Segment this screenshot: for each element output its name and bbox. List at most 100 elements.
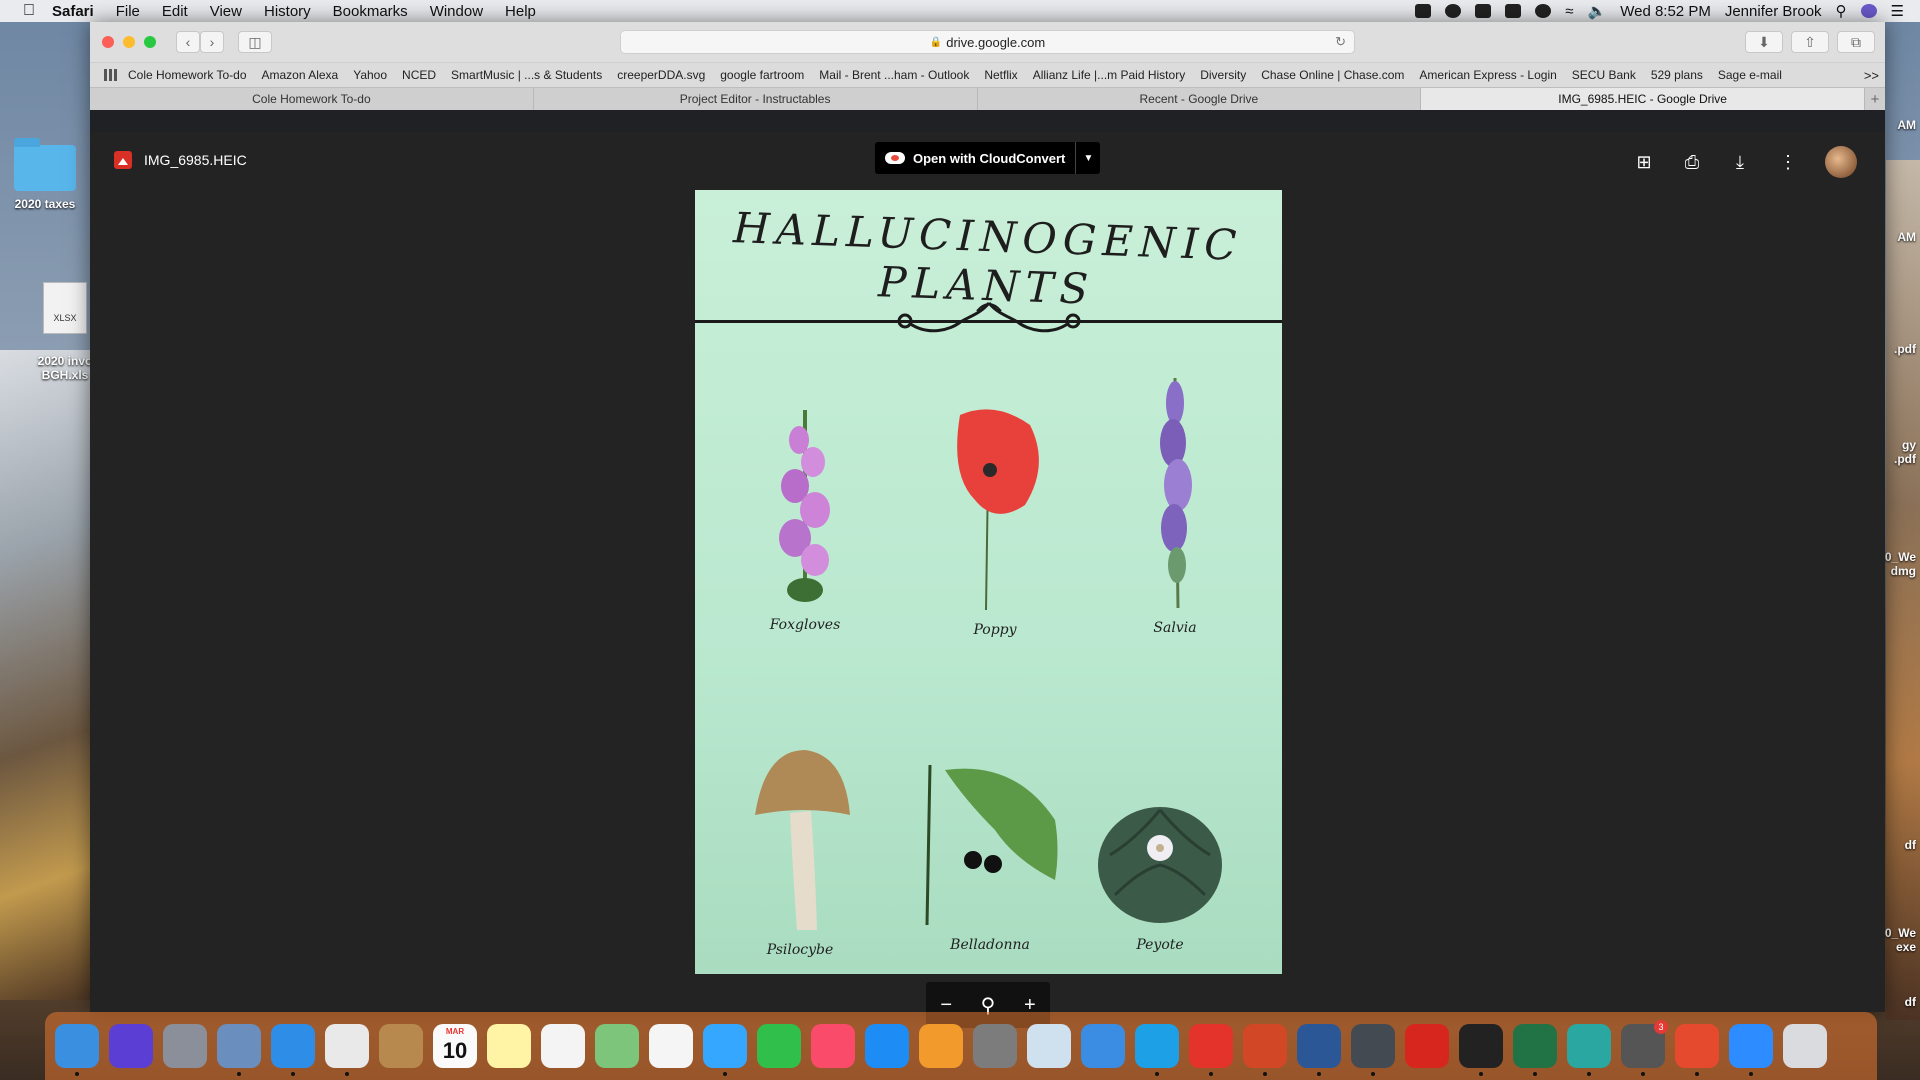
desktop-right-label[interactable]: .pdf xyxy=(1894,342,1916,356)
bookmark-item[interactable]: Cole Homework To-do xyxy=(128,68,247,82)
menubar-clock[interactable]: Wed 8:52 PM xyxy=(1620,3,1711,20)
dock-app-trash-icon[interactable] xyxy=(1783,1024,1827,1068)
dock-app-acrobat-dc-icon[interactable] xyxy=(1459,1024,1503,1076)
desktop-right-label[interactable]: df xyxy=(1905,995,1916,1009)
bookmark-item[interactable]: creeperDDA.svg xyxy=(617,68,705,82)
bookmark-item[interactable]: 529 plans xyxy=(1651,68,1703,82)
dock-app-reminders-icon[interactable] xyxy=(541,1024,585,1068)
dock-app-notes-icon[interactable] xyxy=(487,1024,531,1068)
dock-app-mail-stamp-icon[interactable] xyxy=(217,1024,261,1076)
desktop-right-label[interactable]: 0_We exe xyxy=(1885,926,1916,954)
bookmark-item[interactable]: SECU Bank xyxy=(1572,68,1636,82)
minimize-window-button[interactable] xyxy=(123,36,135,48)
menu-edit[interactable]: Edit xyxy=(162,3,188,20)
dock-app-acrobat-icon[interactable] xyxy=(1405,1024,1449,1068)
open-with-cloudconvert-button[interactable]: Open with CloudConvert xyxy=(875,142,1077,174)
open-with-dropdown-chevron-down-icon[interactable]: ▼ xyxy=(1076,142,1100,174)
dock-app-music-icon[interactable] xyxy=(811,1024,855,1068)
dock-app-app-store-icon[interactable] xyxy=(865,1024,909,1068)
dock-app-facetime-icon[interactable] xyxy=(757,1024,801,1068)
bookmark-item[interactable]: Chase Online | Chase.com xyxy=(1261,68,1404,82)
dock-app-word-icon[interactable] xyxy=(1297,1024,1341,1076)
airplay-icon[interactable] xyxy=(1505,4,1522,18)
bookmark-item[interactable]: NCED xyxy=(402,68,436,82)
volume-icon[interactable]: 🔈 xyxy=(1588,2,1607,20)
dock-app-preview-icon[interactable] xyxy=(1027,1024,1071,1068)
bookmark-item[interactable]: Yahoo xyxy=(353,68,387,82)
dock-app-zoom-icon[interactable] xyxy=(1729,1024,1773,1076)
zoom-window-button[interactable] xyxy=(144,36,156,48)
bookmarks-overflow-button[interactable]: >> xyxy=(1864,68,1879,83)
bookmark-item[interactable]: SmartMusic | ...s & Students xyxy=(451,68,602,82)
add-comment-icon[interactable]: ⊞ xyxy=(1633,151,1655,173)
menu-view[interactable]: View xyxy=(210,3,242,20)
print-icon[interactable]: ⎙ xyxy=(1681,151,1703,173)
more-options-icon[interactable]: ⋮ xyxy=(1777,151,1799,173)
bookmark-item[interactable]: Netflix xyxy=(984,68,1017,82)
desktop-icon-folder[interactable]: 2020 taxes xyxy=(0,138,90,211)
dock-app-xcode-tool-icon[interactable] xyxy=(1081,1024,1125,1068)
menu-history[interactable]: History xyxy=(264,3,311,20)
dock-app-photos-icon[interactable] xyxy=(649,1024,693,1068)
dock-app-security-shield-icon[interactable] xyxy=(1351,1024,1395,1076)
address-bar[interactable]: 🔒 drive.google.com ↻ xyxy=(620,30,1355,54)
siri-icon[interactable] xyxy=(1860,4,1877,18)
dock-app-chrome-icon[interactable] xyxy=(325,1024,369,1076)
menu-file[interactable]: File xyxy=(116,3,140,20)
dock-app-finder-icon[interactable] xyxy=(55,1024,99,1076)
dock-app-calendar-icon[interactable]: MAR 10 xyxy=(433,1024,477,1068)
bookmark-item[interactable]: Allianz Life |...m Paid History xyxy=(1033,68,1186,82)
forward-button[interactable]: › xyxy=(200,31,224,53)
desktop-right-label[interactable]: AM xyxy=(1897,118,1916,132)
menu-app-safari[interactable]: Safari xyxy=(52,3,94,20)
menu-help[interactable]: Help xyxy=(505,3,536,20)
close-window-button[interactable] xyxy=(102,36,114,48)
screen-record-icon[interactable] xyxy=(1415,4,1432,18)
sidebar-toggle-button[interactable]: ◫ xyxy=(238,31,272,53)
share-button[interactable]: ⇧ xyxy=(1791,31,1829,53)
bookmark-item[interactable]: Diversity xyxy=(1200,68,1246,82)
image-preview[interactable]: HALLUCINOGENIC PLANTS Foxgloves Poppy Sa… xyxy=(695,190,1282,974)
notification-center-icon[interactable]: ☰ xyxy=(1891,2,1904,20)
apple-icon[interactable]:  xyxy=(20,2,38,20)
desktop-right-label[interactable]: AM xyxy=(1897,230,1916,244)
dock-app-printer-icon[interactable]: 3 xyxy=(1621,1020,1668,1076)
sync-status-icon[interactable] xyxy=(1445,4,1462,18)
dock-app-siri-icon[interactable] xyxy=(109,1024,153,1068)
show-all-bookmarks-icon[interactable] xyxy=(104,69,118,81)
tab-img-heic[interactable]: IMG_6985.HEIC - Google Drive xyxy=(1421,88,1865,110)
downloads-button[interactable]: ⬇ xyxy=(1745,31,1783,53)
menubar-user[interactable]: Jennifer Brook xyxy=(1725,3,1822,20)
dock-app-contacts-icon[interactable] xyxy=(379,1024,423,1068)
desktop-right-label[interactable]: df xyxy=(1905,838,1916,852)
dock-app-excel-icon[interactable] xyxy=(1513,1024,1557,1076)
menu-bookmarks[interactable]: Bookmarks xyxy=(333,3,408,20)
spotlight-search-icon[interactable]: ⚲ xyxy=(1836,2,1847,20)
bookmark-item[interactable]: google fartroom xyxy=(720,68,804,82)
menu-window[interactable]: Window xyxy=(430,3,483,20)
download-icon[interactable]: ⤓ xyxy=(1729,151,1751,173)
tab-overview-button[interactable]: ⧉ xyxy=(1837,31,1875,53)
dock-app-acrobat-pdf-icon[interactable] xyxy=(1189,1024,1233,1076)
bookmark-item[interactable]: American Express - Login xyxy=(1419,68,1556,82)
back-button[interactable]: ‹ xyxy=(176,31,200,53)
new-tab-button[interactable]: + xyxy=(1865,88,1885,110)
bluetooth-icon[interactable] xyxy=(1535,4,1552,18)
dock-app-maps-icon[interactable] xyxy=(595,1024,639,1068)
tab-project-editor[interactable]: Project Editor - Instructables xyxy=(534,88,978,110)
dock-app-books-icon[interactable] xyxy=(919,1024,963,1068)
dock-app-remote-desktop-icon[interactable] xyxy=(1675,1024,1719,1076)
tab-recent-drive[interactable]: Recent - Google Drive xyxy=(978,88,1422,110)
dock-app-skype-icon[interactable] xyxy=(1135,1024,1179,1076)
bookmark-item[interactable]: Amazon Alexa xyxy=(262,68,339,82)
dock-app-system-preferences-icon[interactable] xyxy=(973,1024,1017,1068)
tab-cole-homework[interactable]: Cole Homework To-do xyxy=(90,88,534,110)
dock-app-safari-icon[interactable] xyxy=(271,1024,315,1076)
desktop-right-label[interactable]: gy .pdf xyxy=(1894,438,1916,466)
dock-app-messages-icon[interactable] xyxy=(703,1024,747,1076)
dock-app-launchpad-icon[interactable] xyxy=(163,1024,207,1068)
dock-app-powerpoint-icon[interactable] xyxy=(1243,1024,1287,1076)
wifi-icon[interactable]: ≈ xyxy=(1565,3,1573,20)
reload-icon[interactable]: ↻ xyxy=(1335,34,1346,50)
bookmark-item[interactable]: Mail - Brent ...ham - Outlook xyxy=(819,68,969,82)
